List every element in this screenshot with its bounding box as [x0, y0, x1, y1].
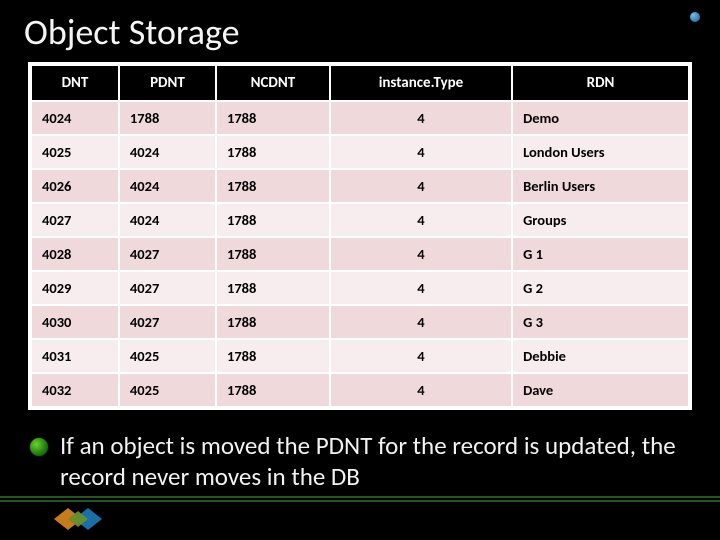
table-row: 4027 4024 1788 4 Groups: [31, 203, 689, 237]
cell: 4: [330, 203, 512, 237]
cell: 1788: [216, 339, 330, 373]
bullet-point: If an object is moved the PDNT for the r…: [30, 430, 690, 493]
cell: 4031: [31, 339, 119, 373]
cell: 1788: [216, 373, 330, 407]
cell: 1788: [216, 101, 330, 135]
footer-divider: [0, 496, 720, 504]
cell: G 3: [512, 305, 689, 339]
col-header: instance.Type: [330, 65, 512, 101]
cell: 4: [330, 339, 512, 373]
cell: Demo: [512, 101, 689, 135]
cell: G 2: [512, 271, 689, 305]
cell: 4024: [119, 203, 216, 237]
header-accent-dot: [690, 12, 700, 22]
cell: 4027: [31, 203, 119, 237]
bullet-text: If an object is moved the PDNT for the r…: [60, 430, 690, 493]
cell: 4025: [119, 339, 216, 373]
cell: 4: [330, 237, 512, 271]
cell: 4: [330, 135, 512, 169]
cell: 4024: [119, 135, 216, 169]
cell: 4027: [119, 305, 216, 339]
table-row: 4026 4024 1788 4 Berlin Users: [31, 169, 689, 203]
cell: London Users: [512, 135, 689, 169]
cell: 4025: [119, 373, 216, 407]
cell: 4026: [31, 169, 119, 203]
cell: 4025: [31, 135, 119, 169]
cell: 1788: [119, 101, 216, 135]
col-header: DNT: [31, 65, 119, 101]
cell: Dave: [512, 373, 689, 407]
table-row: 4025 4024 1788 4 London Users: [31, 135, 689, 169]
slide-title: Object Storage: [0, 0, 720, 62]
cell: Debbie: [512, 339, 689, 373]
cell: 4: [330, 373, 512, 407]
cell: 4027: [119, 271, 216, 305]
cell: 4032: [31, 373, 119, 407]
cell: 1788: [216, 237, 330, 271]
cell: 1788: [216, 203, 330, 237]
table-header-row: DNT PDNT NCDNT instance.Type RDN: [31, 65, 689, 101]
table-row: 4024 1788 1788 4 Demo: [31, 101, 689, 135]
cell: 4028: [31, 237, 119, 271]
footer-logo: [54, 506, 114, 532]
cell: 4: [330, 169, 512, 203]
table-row: 4032 4025 1788 4 Dave: [31, 373, 689, 407]
cell: 1788: [216, 271, 330, 305]
table-row: 4028 4027 1788 4 G 1: [31, 237, 689, 271]
bullet-icon: [30, 438, 48, 456]
cell: 4: [330, 101, 512, 135]
cell: 4024: [119, 169, 216, 203]
cell: 1788: [216, 135, 330, 169]
cell: G 1: [512, 237, 689, 271]
col-header: PDNT: [119, 65, 216, 101]
col-header: NCDNT: [216, 65, 330, 101]
cell: Berlin Users: [512, 169, 689, 203]
cell: 4: [330, 271, 512, 305]
object-storage-table: DNT PDNT NCDNT instance.Type RDN 4024 17…: [28, 62, 692, 410]
cell: 4030: [31, 305, 119, 339]
cell: 4027: [119, 237, 216, 271]
col-header: RDN: [512, 65, 689, 101]
cell: 4024: [31, 101, 119, 135]
table-row: 4031 4025 1788 4 Debbie: [31, 339, 689, 373]
cell: 4: [330, 305, 512, 339]
table-row: 4029 4027 1788 4 G 2: [31, 271, 689, 305]
cell: 4029: [31, 271, 119, 305]
cell: 1788: [216, 305, 330, 339]
cell: Groups: [512, 203, 689, 237]
cell: 1788: [216, 169, 330, 203]
table-row: 4030 4027 1788 4 G 3: [31, 305, 689, 339]
